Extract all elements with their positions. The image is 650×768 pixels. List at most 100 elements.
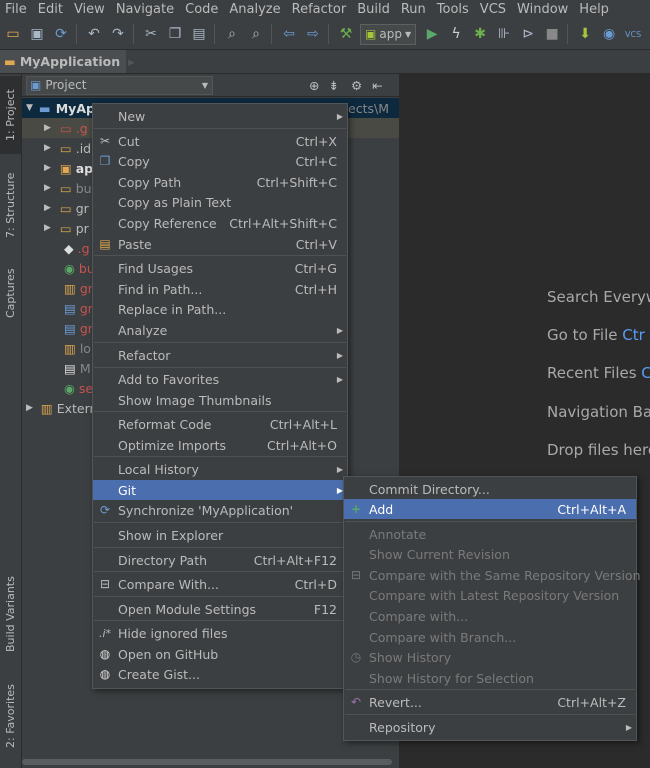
menu-item-paste[interactable]: ▤ Paste Ctrl+V bbox=[93, 234, 347, 254]
menu-item-show-in-explorer[interactable]: Show in Explorer bbox=[93, 525, 347, 545]
sdk-manager-icon[interactable]: ⬇ bbox=[575, 24, 595, 44]
menu-item-new[interactable]: New ▶ bbox=[93, 106, 347, 126]
menu-navigate[interactable]: Navigate bbox=[111, 2, 180, 17]
menu-item-git[interactable]: Git ▶ bbox=[93, 480, 347, 500]
attach-debugger-icon[interactable]: ⊳ bbox=[518, 24, 538, 44]
scroll-from-source-icon[interactable]: ⊕ bbox=[309, 78, 319, 93]
run-configuration-select[interactable]: ▣ app ▼ bbox=[360, 23, 417, 45]
breadcrumb[interactable]: ▬ MyApplication bbox=[0, 50, 127, 73]
tab-project[interactable]: 1: Project bbox=[0, 76, 21, 154]
copy-icon[interactable]: ❐ bbox=[165, 24, 185, 44]
menu-item-open-on-github[interactable]: ◍ Open on GitHub bbox=[93, 644, 347, 664]
cut-icon[interactable]: ✂ bbox=[141, 24, 161, 44]
menu-help[interactable]: Help bbox=[574, 2, 615, 17]
paste-icon[interactable]: ▤ bbox=[189, 24, 209, 44]
tab-favorites[interactable]: 2: Favorites bbox=[0, 674, 21, 759]
vcs-update-icon[interactable]: VCS bbox=[623, 24, 643, 44]
menu-item-open-module-settings[interactable]: Open Module Settings F12 bbox=[93, 599, 347, 619]
menu-item-find-in-path[interactable]: Find in Path... Ctrl+H bbox=[93, 279, 347, 299]
menu-item-create-gist[interactable]: ◍ Create Gist... bbox=[93, 664, 347, 684]
tree-row[interactable]: ▤ gr bbox=[22, 298, 93, 318]
menu-item-find-usages[interactable]: Find Usages Ctrl+G bbox=[93, 258, 347, 278]
menu-item-commit-directory[interactable]: Commit Directory... bbox=[344, 479, 636, 499]
menu-window[interactable]: Window bbox=[512, 2, 574, 17]
menu-item-show-history[interactable]: ◷ Show History bbox=[344, 647, 636, 667]
menu-tools[interactable]: Tools bbox=[432, 2, 475, 17]
project-view-select[interactable]: ▣ Project ▼ bbox=[26, 75, 213, 95]
menu-code[interactable]: Code bbox=[180, 2, 224, 17]
menu-item-compare-with[interactable]: Compare with... bbox=[344, 606, 636, 626]
menu-item-optimize-imports[interactable]: Optimize Imports Ctrl+Alt+O bbox=[93, 435, 347, 455]
menu-refactor[interactable]: Refactor bbox=[287, 2, 353, 17]
settings-gear-icon[interactable]: ⚙ bbox=[351, 78, 362, 93]
menu-item-compare-same-repo-version[interactable]: ⊟ Compare with the Same Repository Versio… bbox=[344, 565, 641, 585]
menu-item-directory-path[interactable]: Directory Path Ctrl+Alt+F12 bbox=[93, 550, 347, 570]
tree-row[interactable]: ▶ ▣ ap bbox=[22, 158, 93, 178]
menu-item-show-history-selection[interactable]: Show History for Selection bbox=[344, 668, 636, 688]
tab-captures[interactable]: Captures bbox=[0, 258, 21, 328]
replace-icon[interactable]: ⌕ bbox=[246, 24, 266, 44]
tab-structure[interactable]: 7: Structure bbox=[0, 162, 21, 248]
menu-item-synchronize[interactable]: ⟳ Synchronize 'MyApplication' bbox=[93, 500, 347, 520]
avd-manager-icon[interactable]: ◉ bbox=[599, 24, 619, 44]
run-icon[interactable]: ▶ bbox=[422, 24, 442, 44]
menu-item-reformat-code[interactable]: Reformat Code Ctrl+Alt+L bbox=[93, 414, 347, 434]
menu-item-add[interactable]: + Add Ctrl+Alt+A bbox=[344, 499, 636, 519]
menu-item-cut[interactable]: ✂ Cut Ctrl+X bbox=[93, 131, 347, 151]
tree-row[interactable]: ▶ ▭ .id bbox=[22, 138, 91, 158]
stop-icon[interactable]: ■ bbox=[542, 24, 562, 44]
debug-icon[interactable]: ✱ bbox=[470, 24, 490, 44]
menu-item-add-to-favorites[interactable]: Add to Favorites ▶ bbox=[93, 369, 347, 389]
menu-item-compare-with-branch[interactable]: Compare with Branch... bbox=[344, 627, 636, 647]
menu-build[interactable]: Build bbox=[352, 2, 396, 17]
tree-row[interactable]: ▥ lo bbox=[22, 338, 91, 358]
tree-row[interactable]: ▤ M bbox=[22, 358, 91, 378]
undo-icon[interactable]: ↶ bbox=[84, 24, 104, 44]
open-folder-icon[interactable]: ▭ bbox=[3, 24, 23, 44]
tree-row[interactable]: ▶ ▭ gr bbox=[22, 198, 89, 218]
find-icon[interactable]: ⌕ bbox=[222, 24, 242, 44]
make-project-icon[interactable]: ⚒ bbox=[336, 24, 356, 44]
apply-changes-icon[interactable]: ϟ bbox=[446, 24, 466, 44]
scrollbar-thumb[interactable] bbox=[22, 759, 392, 765]
menu-item-hide-ignored-files[interactable]: .i* Hide ignored files bbox=[93, 623, 347, 643]
menu-item-copy-path[interactable]: Copy Path Ctrl+Shift+C bbox=[93, 172, 347, 192]
menu-item-repository[interactable]: Repository ▶ bbox=[344, 717, 636, 737]
tree-row[interactable]: ▶ ▭ bu bbox=[22, 178, 92, 198]
menu-item-compare-with[interactable]: ⊟ Compare With... Ctrl+D bbox=[93, 574, 347, 594]
menu-item-compare-latest-repo-version[interactable]: Compare with Latest Repository Version bbox=[344, 585, 636, 605]
horizontal-scrollbar[interactable] bbox=[22, 758, 399, 766]
back-icon[interactable]: ⇦ bbox=[279, 24, 299, 44]
menu-item-analyze[interactable]: Analyze ▶ bbox=[93, 320, 347, 340]
tree-row[interactable]: ▶ ▭ pr bbox=[22, 218, 89, 238]
tree-row[interactable]: ▶ ▥ Extern bbox=[22, 398, 97, 418]
redo-icon[interactable]: ↷ bbox=[108, 24, 128, 44]
menu-item-refactor[interactable]: Refactor ▶ bbox=[93, 345, 347, 365]
menu-edit[interactable]: Edit bbox=[33, 2, 69, 17]
menu-item-show-image-thumbnails[interactable]: Show Image Thumbnails bbox=[93, 390, 347, 410]
menu-item-copy-plain-text[interactable]: Copy as Plain Text bbox=[93, 192, 347, 212]
tree-row[interactable]: ◉ se bbox=[22, 378, 93, 398]
save-icon[interactable]: ▣ bbox=[27, 24, 47, 44]
tree-row[interactable]: ▤ gr bbox=[22, 318, 93, 338]
tab-build-variants[interactable]: Build Variants bbox=[0, 564, 21, 664]
menu-item-replace-in-path[interactable]: Replace in Path... bbox=[93, 299, 347, 319]
menu-analyze[interactable]: Analyze bbox=[224, 2, 286, 17]
menu-vcs[interactable]: VCS bbox=[475, 2, 512, 17]
menu-run[interactable]: Run bbox=[396, 2, 432, 17]
menu-file[interactable]: File bbox=[0, 2, 33, 17]
menu-item-annotate[interactable]: Annotate bbox=[344, 524, 636, 544]
menu-item-copy-reference[interactable]: Copy Reference Ctrl+Alt+Shift+C bbox=[93, 213, 347, 233]
sync-icon[interactable]: ⟳ bbox=[51, 24, 71, 44]
menu-item-revert[interactable]: ↶ Revert... Ctrl+Alt+Z bbox=[344, 692, 636, 712]
forward-icon[interactable]: ⇨ bbox=[303, 24, 323, 44]
tree-row[interactable]: ◆ .g bbox=[22, 238, 90, 258]
tree-row[interactable]: ◉ bu bbox=[22, 258, 95, 278]
collapse-all-icon[interactable]: ⇟ bbox=[328, 78, 338, 93]
menu-item-copy[interactable]: ❐ Copy Ctrl+C bbox=[93, 151, 347, 171]
profile-icon[interactable]: ⊪ bbox=[494, 24, 514, 44]
menu-item-local-history[interactable]: Local History ▶ bbox=[93, 459, 347, 479]
hide-panel-icon[interactable]: ⇤ bbox=[372, 78, 382, 93]
tree-row[interactable]: ▥ gr bbox=[22, 278, 93, 298]
menu-view[interactable]: View bbox=[69, 2, 111, 17]
